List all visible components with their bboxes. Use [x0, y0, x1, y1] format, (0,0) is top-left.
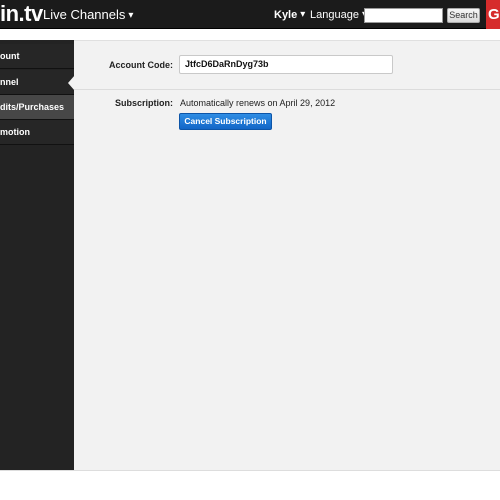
language-menu[interactable]: Language▾: [310, 8, 367, 22]
site-logo[interactable]: in.tv: [0, 2, 43, 26]
live-channels-label: Live Channels: [43, 7, 126, 22]
brand-tab[interactable]: G: [486, 0, 500, 29]
sidebar-item-credits-purchases[interactable]: dits/Purchases: [0, 95, 74, 120]
chevron-down-icon: ▾: [128, 10, 134, 21]
account-code-label: Account Code:: [109, 60, 173, 70]
user-name: Kyle: [274, 9, 298, 21]
renewal-status-text: Automatically renews on April 29, 2012: [180, 98, 336, 108]
top-navigation-bar: in.tv Live Channels▾ Kyle▾ Language▾ Sea…: [0, 0, 500, 29]
sidebar-item-channel[interactable]: nnel: [0, 70, 74, 95]
sidebar-item-promotion[interactable]: motion: [0, 120, 74, 145]
sidebar: ount nnel dits/Purchases motion: [0, 40, 74, 470]
account-code-field[interactable]: JtfcD6DaRnDyg73b: [179, 55, 393, 74]
language-label: Language: [310, 9, 359, 21]
subscription-label: Subscription:: [115, 98, 173, 108]
section-divider: [74, 89, 500, 90]
search-input[interactable]: [364, 8, 443, 23]
footer-divider: [0, 470, 500, 471]
sidebar-item-account[interactable]: ount: [0, 44, 74, 69]
live-channels-menu[interactable]: Live Channels ▾: [43, 7, 133, 24]
search-button[interactable]: Search: [447, 8, 480, 23]
chevron-down-icon: ▾: [300, 9, 306, 20]
cancel-subscription-button[interactable]: Cancel Subscription: [179, 113, 272, 130]
user-menu[interactable]: Kyle ▾: [274, 8, 305, 22]
